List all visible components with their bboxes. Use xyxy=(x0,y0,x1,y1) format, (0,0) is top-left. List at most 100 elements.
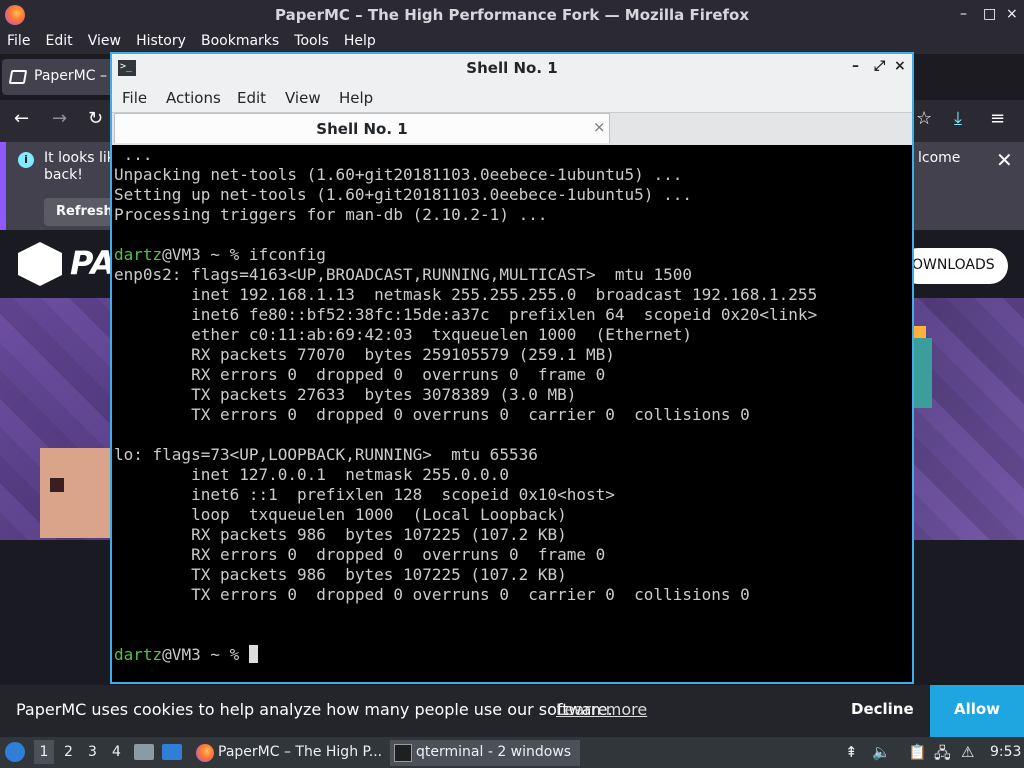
terminal-line: TX errors 0 dropped 0 overruns 0 carrier… xyxy=(114,405,912,425)
notification-close-icon[interactable]: ✕ xyxy=(996,148,1013,172)
terminal-line-text: RX errors 0 dropped 0 overruns 0 frame 0 xyxy=(114,365,606,384)
terminal-line: inet 127.0.0.1 netmask 255.0.0.0 xyxy=(114,465,912,485)
terminal-line: dartz@VM3 ~ % xyxy=(114,645,912,665)
terminal-maximize-icon[interactable]: ⤢ xyxy=(874,58,885,74)
task-qterminal[interactable]: qterminal - 2 windows xyxy=(390,740,580,766)
show-desktop-icon[interactable] xyxy=(162,744,182,760)
firefox-icon xyxy=(196,744,214,762)
menu-help[interactable]: Help xyxy=(344,30,376,52)
terminal-line: Processing triggers for man-db (2.10.2-1… xyxy=(114,205,912,225)
terminal-line: RX errors 0 dropped 0 overruns 0 frame 0 xyxy=(114,545,912,565)
terminal-line-text: TX packets 27633 bytes 3078389 (3.0 MB) xyxy=(114,385,577,404)
pig-figure xyxy=(40,448,110,538)
terminal-line-text: TX packets 986 bytes 107225 (107.2 KB) xyxy=(114,565,567,584)
term-menu-actions[interactable]: Actions xyxy=(166,89,221,107)
terminal-tab-shell-1[interactable]: Shell No. 1 × xyxy=(114,113,610,143)
terminal-line-text: TX errors 0 dropped 0 overruns 0 carrier… xyxy=(114,405,750,424)
hamburger-menu-icon[interactable]: ≡ xyxy=(990,108,1005,129)
papermc-logo-icon[interactable] xyxy=(18,242,62,286)
network-icon[interactable]: 🖧 xyxy=(934,743,951,768)
menu-history[interactable]: History xyxy=(136,30,186,52)
prompt-user: dartz xyxy=(114,645,163,664)
menu-view[interactable]: View xyxy=(88,30,121,52)
volume-icon[interactable]: 🔈 xyxy=(872,743,891,761)
terminal-line: TX errors 0 dropped 0 overruns 0 carrier… xyxy=(114,585,912,605)
site-logo-text[interactable]: PA xyxy=(70,244,115,282)
downloads-button[interactable]: OWNLOADS xyxy=(900,248,1008,284)
menu-bookmarks[interactable]: Bookmarks xyxy=(201,30,279,52)
terminal-tabbar: Shell No. 1 × xyxy=(112,113,912,145)
terminal-line-text: ether c0:11:ab:69:42:03 txqueuelen 1000 … xyxy=(114,325,692,344)
terminal-line-text: Processing triggers for man-db (2.10.2-1… xyxy=(114,205,548,224)
terminal-line: RX errors 0 dropped 0 overruns 0 frame 0 xyxy=(114,365,912,385)
term-menu-help[interactable]: Help xyxy=(339,89,373,107)
terminal-output[interactable]: ... Unpacking net-tools (1.60+git20181103… xyxy=(112,145,912,682)
term-menu-file[interactable]: File xyxy=(122,89,147,107)
terminal-close-icon[interactable]: × xyxy=(894,58,906,74)
reload-icon[interactable]: ↻ xyxy=(88,108,103,129)
terminal-icon xyxy=(394,744,412,762)
terminal-line: Unpacking net-tools (1.60+git20181103.0e… xyxy=(114,165,912,185)
terminal-line: inet6 fe80::bf52:38fc:15de:a37c prefixle… xyxy=(114,305,912,325)
terminal-line: Setting up net-tools (1.60+git20181103.0… xyxy=(114,185,912,205)
menu-file[interactable]: File xyxy=(7,30,30,52)
terminal-line-text: Setting up net-tools (1.60+git20181103.0… xyxy=(114,185,692,204)
updates-icon[interactable]: ⚠ xyxy=(961,743,974,761)
task-firefox[interactable]: PaperMC – The High P... xyxy=(192,740,386,766)
terminal-line-text: Unpacking net-tools (1.60+git20181103.0e… xyxy=(114,165,683,184)
forward-icon[interactable]: → xyxy=(52,108,67,129)
start-menu-icon[interactable] xyxy=(5,742,25,762)
terminal-minimize-icon[interactable]: – xyxy=(852,58,859,74)
terminal-tab-label: Shell No. 1 xyxy=(316,120,408,138)
terminal-line-text: TX errors 0 dropped 0 overruns 0 carrier… xyxy=(114,585,750,604)
terminal-titlebar[interactable]: >_ Shell No. 1 – ⤢ × xyxy=(112,54,912,82)
tray-scroll-icon[interactable]: ⇞ xyxy=(845,743,858,761)
terminal-line-text: RX packets 77070 bytes 259105579 (259.1 … xyxy=(114,345,615,364)
prompt-user: dartz xyxy=(114,245,163,264)
terminal-line: TX packets 986 bytes 107225 (107.2 KB) xyxy=(114,565,912,585)
allow-button[interactable]: Allow xyxy=(930,685,1024,737)
terminal-line: RX packets 986 bytes 107225 (107.2 KB) xyxy=(114,525,912,545)
term-menu-view[interactable]: View xyxy=(285,89,321,107)
decline-button[interactable]: Decline xyxy=(851,700,914,718)
clipboard-icon[interactable]: 📋 xyxy=(908,743,927,761)
terminal-window-title: Shell No. 1 xyxy=(466,59,558,77)
cookie-text: PaperMC uses cookies to help analyze how… xyxy=(16,700,613,719)
menu-tools[interactable]: Tools xyxy=(294,30,329,52)
terminal-line-text: enp0s2: flags=4163<UP,BROADCAST,RUNNING,… xyxy=(114,265,692,284)
terminal-line-text: inet6 ::1 prefixlen 128 scopeid 0x10<hos… xyxy=(114,485,615,504)
workspace-2[interactable]: 2 xyxy=(64,744,73,760)
terminal-line-text: lo: flags=73<UP,LOOPBACK,RUNNING> mtu 65… xyxy=(114,445,538,464)
learn-more-link[interactable]: Learn more xyxy=(556,700,647,719)
minimize-icon[interactable]: – xyxy=(960,6,967,22)
back-icon[interactable]: ← xyxy=(14,108,29,129)
terminal-line-text: @VM3 ~ % ifconfig xyxy=(162,245,326,264)
maximize-icon[interactable]: □ xyxy=(983,6,996,22)
terminal-menubar: File Actions Edit View Help xyxy=(112,83,912,113)
file-manager-icon[interactable] xyxy=(134,744,154,760)
workspace-4[interactable]: 4 xyxy=(112,744,121,760)
term-menu-edit[interactable]: Edit xyxy=(237,89,266,107)
terminal-line: inet6 ::1 prefixlen 128 scopeid 0x10<hos… xyxy=(114,485,912,505)
terminal-line-text: loop txqueuelen 1000 (Local Loopback) xyxy=(114,505,567,524)
terminal-line: ... xyxy=(114,145,912,165)
firefox-window-title: PaperMC – The High Performance Fork — Mo… xyxy=(274,6,749,24)
terminal-line-text: @VM3 ~ % xyxy=(162,645,249,664)
clock: 9:53 xyxy=(990,744,1022,760)
info-icon: i xyxy=(18,152,34,168)
downloads-icon[interactable]: ⤓ xyxy=(954,108,962,129)
taskbar: 1 2 3 4 PaperMC – The High P... qtermina… xyxy=(0,737,1024,768)
terminal-cursor xyxy=(248,645,258,663)
workspace-3[interactable]: 3 xyxy=(88,744,97,760)
terminal-line-text: RX packets 986 bytes 107225 (107.2 KB) xyxy=(114,525,567,544)
close-icon[interactable]: × xyxy=(1006,6,1018,22)
menu-edit[interactable]: Edit xyxy=(46,30,73,52)
workspace-1[interactable]: 1 xyxy=(34,740,54,764)
bookmark-star-icon[interactable]: ☆ xyxy=(916,108,932,129)
tab-close-icon[interactable]: × xyxy=(593,118,606,136)
terminal-line: loop txqueuelen 1000 (Local Loopback) xyxy=(114,505,912,525)
